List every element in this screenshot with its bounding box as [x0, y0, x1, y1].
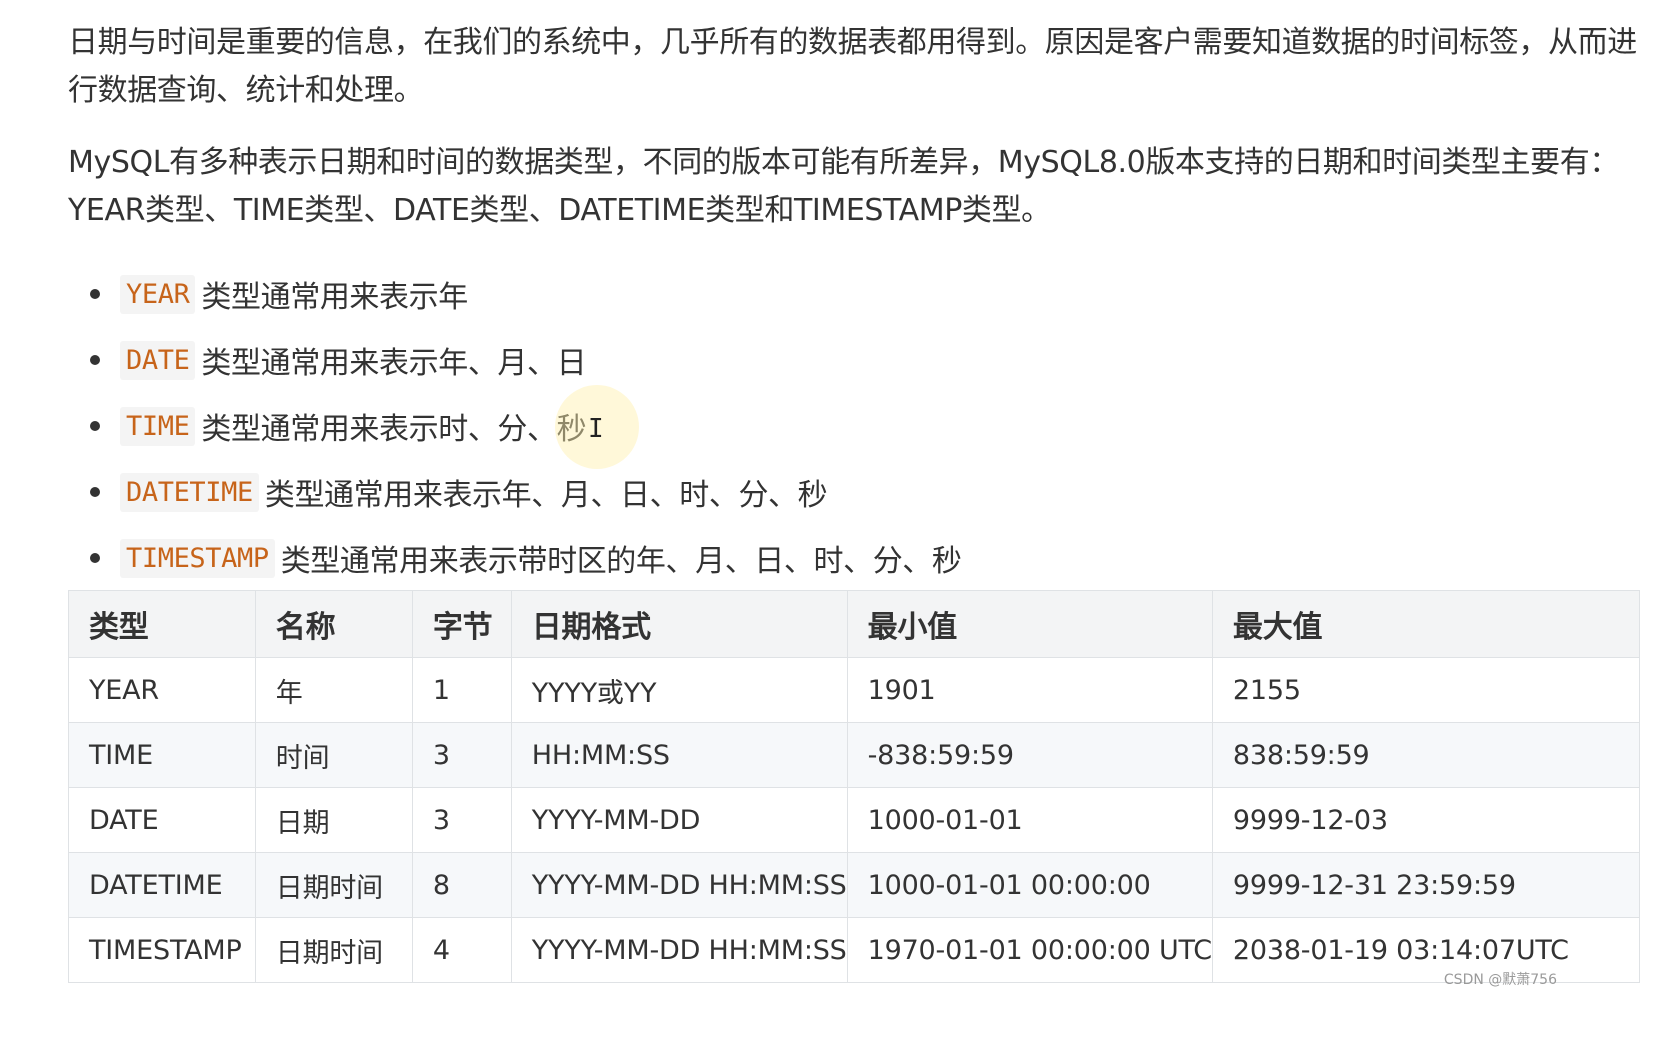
header-type: 类型 — [68, 590, 256, 658]
list-item-timestamp: TIMESTAMP 类型通常用来表示带时区的年、月、日、时、分、秒 — [68, 525, 1638, 591]
cell-name: 日期 — [254, 787, 413, 853]
code-date: DATE — [120, 340, 196, 380]
cell-max: 9999-12-31 23:59:59 — [1211, 852, 1641, 918]
table-row: TIMESTAMP 日期时间 4 YYYY-MM-DD HH:MM:SS 197… — [68, 917, 1641, 983]
header-max: 最大值 — [1211, 590, 1641, 658]
type-list: YEAR 类型通常用来表示年 DATE 类型通常用来表示年、月、日 TIME 类… — [68, 261, 1638, 591]
list-item-date: DATE 类型通常用来表示年、月、日 — [68, 327, 1638, 393]
list-item-text: 类型通常用来表示年 — [201, 280, 468, 315]
cell-min: 1000-01-01 — [846, 787, 1213, 853]
list-item-datetime: DATETIME 类型通常用来表示年、月、日、时、分、秒 — [68, 459, 1638, 525]
types-paragraph: MySQL有多种表示日期和时间的数据类型，不同的版本可能有所差异，MySQL8.… — [68, 145, 1619, 228]
bullet-dot-icon — [90, 289, 100, 299]
cell-min: 1901 — [846, 657, 1213, 723]
watermark: CSDN @默萧756 — [1443, 972, 1557, 988]
cell-name: 时间 — [254, 722, 413, 788]
cell-type: YEAR — [68, 657, 256, 723]
cell-max: 2155 — [1211, 657, 1641, 723]
list-item-text: 类型通常用来表示年、月、日、时、分、秒 — [264, 478, 828, 513]
table-row: DATETIME 日期时间 8 YYYY-MM-DD HH:MM:SS 1000… — [68, 852, 1641, 918]
list-item-year: YEAR 类型通常用来表示年 — [68, 261, 1638, 327]
bullet-dot-icon — [90, 487, 100, 497]
cell-type: DATETIME — [68, 852, 256, 918]
bullet-dot-icon — [90, 421, 100, 431]
table-row: TIME 时间 3 HH:MM:SS -838:59:59 838:59:59 — [68, 722, 1641, 788]
bullet-dot-icon — [90, 553, 100, 563]
list-item-text: 类型通常用来表示时、分、秒 — [201, 412, 587, 447]
text-cursor-icon: I — [588, 414, 604, 444]
cell-max: 838:59:59 — [1211, 722, 1641, 788]
table-header-row: 类型 名称 字节 日期格式 最小值 最大值 — [68, 590, 1641, 658]
bullet-dot-icon — [90, 355, 100, 365]
cell-max: 9999-12-03 — [1211, 787, 1641, 853]
cell-name: 日期时间 — [254, 917, 413, 983]
code-year: YEAR — [120, 274, 196, 314]
list-item-text: 类型通常用来表示带时区的年、月、日、时、分、秒 — [280, 544, 962, 579]
cell-format: HH:MM:SS — [510, 722, 848, 788]
cell-format: YYYY-MM-DD HH:MM:SS — [510, 917, 848, 983]
cell-min: -838:59:59 — [846, 722, 1213, 788]
cell-name: 日期时间 — [254, 852, 413, 918]
header-bytes: 字节 — [411, 590, 512, 658]
header-name: 名称 — [254, 590, 413, 658]
header-min: 最小值 — [846, 590, 1213, 658]
cell-format: YYYY-MM-DD — [510, 787, 848, 853]
date-types-table: 类型 名称 字节 日期格式 最小值 最大值 YEAR 年 1 YYYY或YY 1… — [68, 590, 1641, 983]
cell-min: 1970-01-01 00:00:00 UTC — [846, 917, 1213, 983]
article-body: 日期与时间是重要的信息，在我们的系统中，几乎所有的数据表都用得到。原因是客户需要… — [68, 0, 1638, 591]
cell-format: YYYY或YY — [510, 657, 848, 723]
cell-bytes: 1 — [411, 657, 512, 723]
intro-paragraph: 日期与时间是重要的信息，在我们的系统中，几乎所有的数据表都用得到。原因是客户需要… — [68, 25, 1637, 108]
cell-bytes: 3 — [411, 787, 512, 853]
cell-min: 1000-01-01 00:00:00 — [846, 852, 1213, 918]
cell-bytes: 8 — [411, 852, 512, 918]
cell-max: 2038-01-19 03:14:07UTC — [1211, 917, 1641, 983]
header-format: 日期格式 — [510, 590, 848, 658]
cell-type: DATE — [68, 787, 256, 853]
code-time: TIME — [120, 406, 196, 446]
cell-bytes: 3 — [411, 722, 512, 788]
table-row: YEAR 年 1 YYYY或YY 1901 2155 — [68, 657, 1641, 723]
list-item-text: 类型通常用来表示年、月、日 — [201, 346, 587, 381]
cell-format: YYYY-MM-DD HH:MM:SS — [510, 852, 848, 918]
code-datetime: DATETIME — [120, 472, 259, 512]
table-row: DATE 日期 3 YYYY-MM-DD 1000-01-01 9999-12-… — [68, 787, 1641, 853]
cell-type: TIMESTAMP — [68, 917, 256, 983]
cell-name: 年 — [254, 657, 413, 723]
cell-bytes: 4 — [411, 917, 512, 983]
code-timestamp: TIMESTAMP — [120, 538, 275, 578]
cell-type: TIME — [68, 722, 256, 788]
list-item-time: TIME 类型通常用来表示时、分、秒 — [68, 393, 1638, 459]
